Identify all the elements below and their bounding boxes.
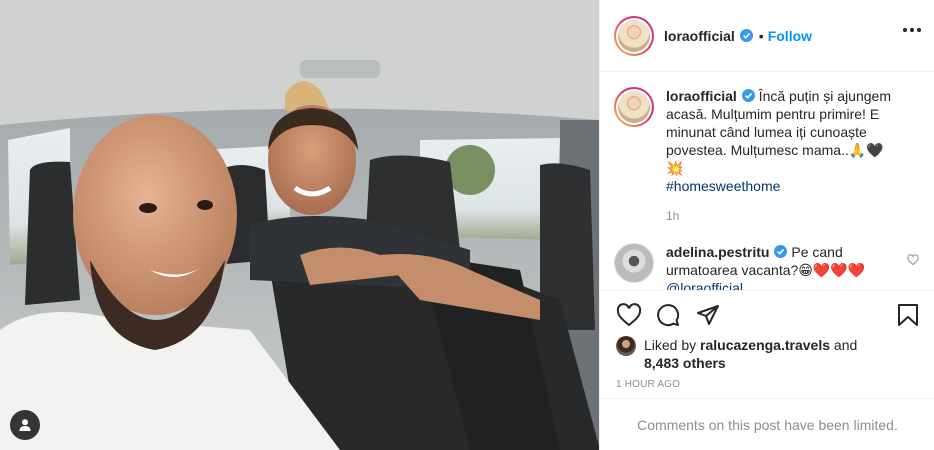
post-actions — [600, 290, 934, 336]
list-item: adelina.pestritu Pe cand urmatoarea vaca… — [614, 243, 919, 290]
author-avatar[interactable] — [614, 15, 654, 56]
likes-summary: Liked by ralucazenga.travels and 8,483 o… — [616, 336, 857, 372]
author-username[interactable]: loraofficial — [664, 28, 735, 44]
post-header: loraofficial • Follow — [600, 0, 934, 72]
likes-others[interactable]: 8,483 others — [644, 355, 726, 371]
post-details-panel: loraofficial • Follow loraofficial Încă … — [599, 0, 934, 450]
comment-mention[interactable]: @loraofficial — [666, 280, 743, 290]
commenter-avatar[interactable] — [614, 243, 654, 283]
post-photo[interactable] — [0, 0, 599, 450]
photo-illustration — [0, 0, 599, 450]
likes-user[interactable]: ralucazenga.travels — [700, 337, 830, 353]
comments-limited-notice: Comments on this post have been limited. — [600, 398, 934, 450]
comment-like-heart-icon[interactable] — [907, 253, 919, 271]
verified-icon — [741, 89, 755, 102]
caption-hashtag[interactable]: #homesweethome — [666, 178, 780, 194]
caption-username[interactable]: loraofficial — [666, 88, 737, 104]
heart-icon[interactable] — [616, 303, 642, 332]
user-tag-icon — [19, 419, 31, 431]
user-tag-button[interactable] — [10, 410, 40, 440]
caption-time[interactable]: 1h — [666, 207, 896, 225]
more-icon[interactable] — [903, 28, 921, 32]
caption: loraofficial Încă puțin și ajungem acasă… — [614, 87, 919, 225]
likes-middle: and — [830, 337, 858, 353]
comments-area[interactable]: loraofficial Încă puțin și ajungem acasă… — [600, 73, 934, 290]
verified-icon — [774, 245, 788, 258]
liker-avatar[interactable] — [616, 336, 636, 356]
share-icon[interactable] — [696, 303, 720, 332]
caption-avatar[interactable] — [614, 87, 654, 127]
likes-prefix: Liked by — [644, 337, 701, 353]
follow-button[interactable]: Follow — [768, 28, 812, 44]
comment-icon[interactable] — [656, 303, 680, 332]
verified-icon — [739, 29, 753, 42]
save-icon[interactable] — [897, 303, 919, 332]
post-timestamp[interactable]: 1 HOUR AGO — [616, 379, 680, 390]
commenter-username[interactable]: adelina.pestritu — [666, 244, 769, 260]
header-separator: • — [758, 27, 764, 44]
